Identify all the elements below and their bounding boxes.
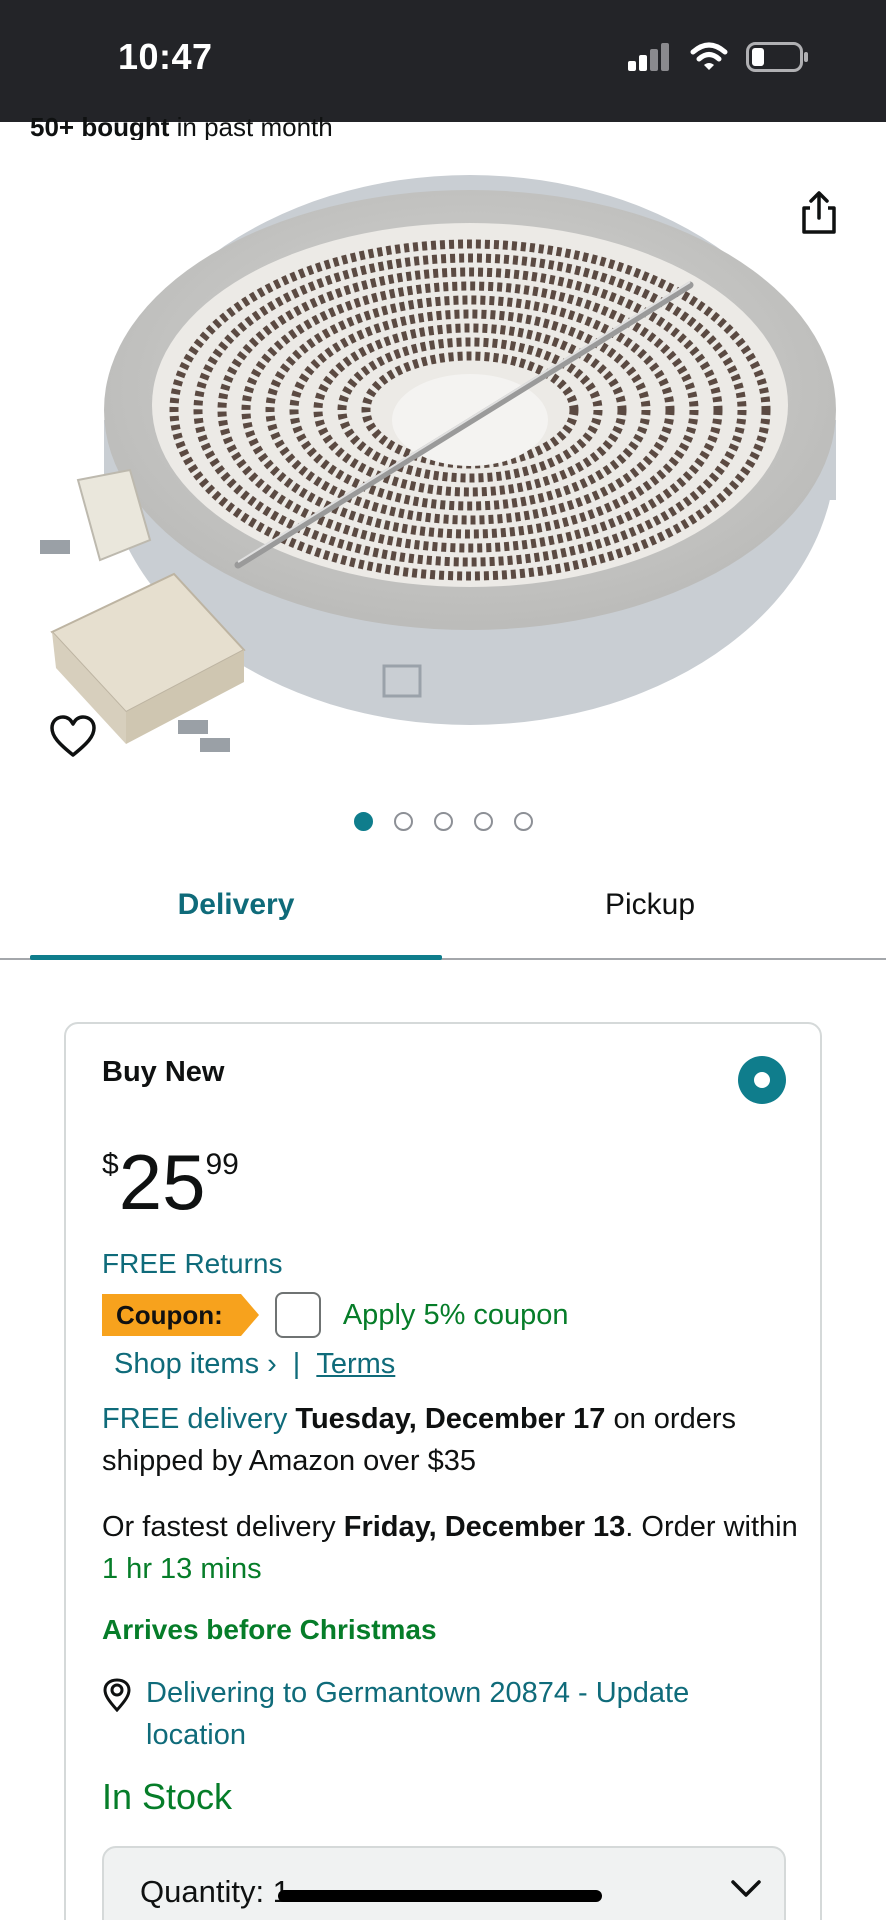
heart-icon (50, 715, 96, 757)
delivery-location[interactable]: Delivering to Germantown 20874 - Update … (102, 1672, 782, 1756)
share-button[interactable] (796, 190, 842, 236)
carousel-dot-4[interactable] (473, 812, 493, 831)
delivery-info: FREE delivery Tuesday, December 17 on or… (102, 1398, 802, 1482)
quantity-select[interactable]: Quantity: 1 (102, 1846, 786, 1920)
image-carousel-dots (0, 812, 886, 831)
favorite-button[interactable] (48, 712, 98, 762)
battery-icon (746, 42, 808, 72)
coupon-badge: Coupon: (102, 1294, 259, 1336)
status-bar: 10:47 (0, 0, 886, 122)
bought-count-bold: 50+ bought (30, 112, 170, 142)
active-tab-indicator (30, 955, 442, 960)
price: $ 25 99 (102, 1142, 239, 1222)
buy-new-radio[interactable] (738, 1056, 786, 1104)
price-whole: 25 (118, 1138, 206, 1226)
fastest-mid: . Order within (625, 1511, 798, 1543)
location-link[interactable]: Delivering to Germantown 20874 - Update … (146, 1672, 782, 1756)
bought-count: 50+ bought in past month (30, 112, 333, 143)
carousel-dot-5[interactable] (513, 812, 533, 831)
carousel-dot-2[interactable] (393, 812, 413, 831)
price-symbol: $ (102, 1148, 119, 1181)
buy-box: Buy New $ 25 99 FREE Returns Coupon: App… (64, 1022, 822, 1920)
free-delivery-link[interactable]: FREE delivery (102, 1403, 287, 1435)
location-pin-icon (103, 1678, 131, 1712)
tab-delivery[interactable]: Delivery (30, 888, 442, 922)
fastest-delivery-info: Or fastest delivery Friday, December 13.… (102, 1506, 802, 1590)
status-time: 10:47 (118, 36, 213, 77)
cellular-signal-icon (628, 43, 669, 71)
order-countdown: 1 hr 13 mins (102, 1553, 262, 1585)
product-image[interactable] (0, 140, 886, 780)
quantity-value: Quantity: 1 (140, 1874, 290, 1909)
carousel-dot-1[interactable] (353, 812, 373, 831)
carousel-dot-3[interactable] (433, 812, 453, 831)
terms-link[interactable]: Terms (316, 1348, 395, 1381)
fastest-date: Friday, December 13 (343, 1511, 626, 1543)
free-returns-link[interactable]: FREE Returns (102, 1248, 283, 1280)
delivery-date: Tuesday, December 17 (295, 1403, 606, 1435)
chevron-down-icon (731, 1880, 761, 1897)
burner-element-image (40, 175, 836, 752)
coupon-checkbox[interactable] (274, 1292, 321, 1338)
fulfillment-tabs: Delivery Pickup (0, 868, 886, 960)
status-icons (626, 42, 810, 72)
price-fraction: 99 (205, 1148, 239, 1181)
share-icon (802, 191, 836, 234)
christmas-arrival: Arrives before Christmas (102, 1614, 437, 1645)
coupon-row: Coupon: Apply 5% coupon (102, 1292, 569, 1338)
tab-pickup[interactable]: Pickup (444, 888, 856, 922)
buy-new-title: Buy New (102, 1056, 225, 1088)
stock-status: In Stock (102, 1776, 233, 1817)
home-indicator (278, 1890, 602, 1902)
link-separator: | (292, 1348, 301, 1380)
fastest-prefix: Or fastest delivery (102, 1511, 336, 1543)
apply-coupon-label[interactable]: Apply 5% coupon (343, 1299, 569, 1332)
coupon-links: Shop items › | Terms (114, 1348, 395, 1381)
wifi-icon (690, 42, 728, 70)
bought-count-rest: in past month (169, 112, 333, 142)
shop-items-link[interactable]: Shop items › (114, 1348, 277, 1381)
